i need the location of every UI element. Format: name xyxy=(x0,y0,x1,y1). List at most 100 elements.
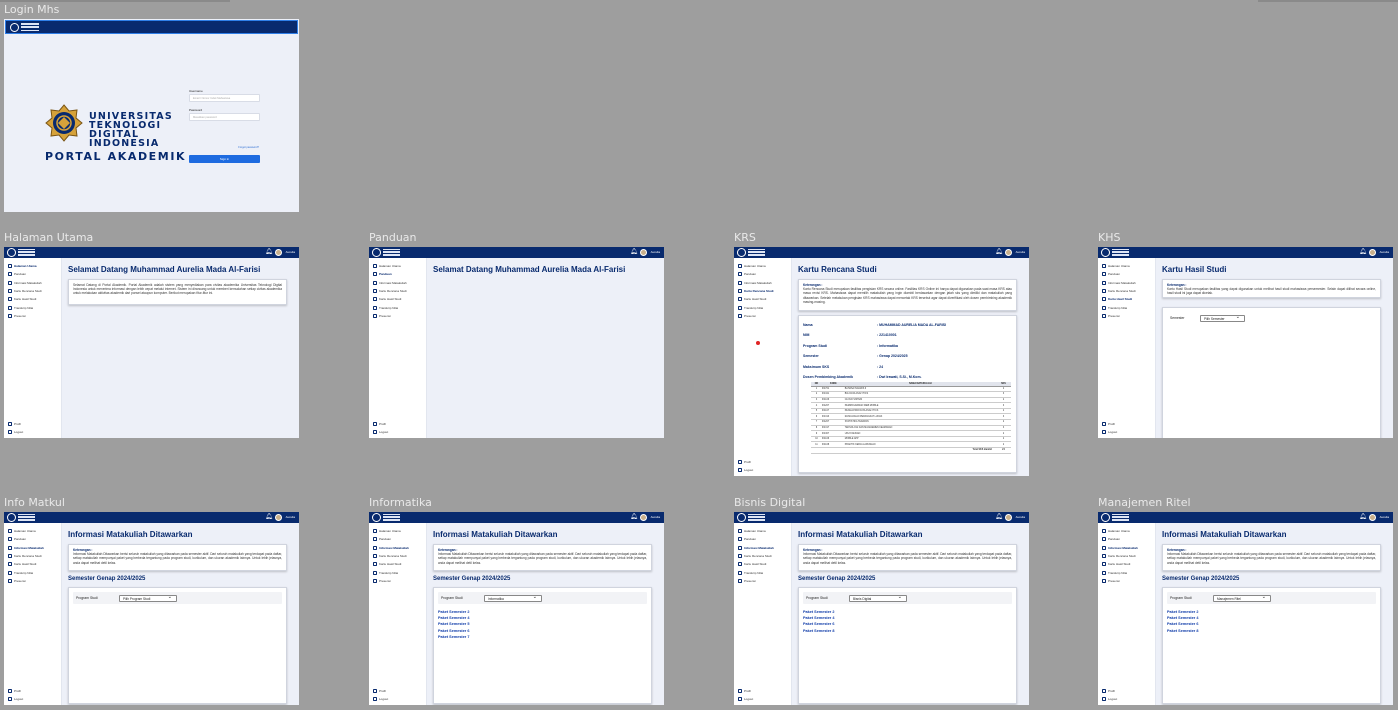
sidebar-item[interactable]: Informasi Matakuliah xyxy=(1098,279,1155,287)
sidebar-item[interactable]: Halaman Utama xyxy=(369,527,426,535)
sidebar-item[interactable]: Halaman Utama xyxy=(1098,262,1155,270)
sidebar-item[interactable]: Presensi xyxy=(369,577,426,585)
sidebar-item[interactable]: Kartu Rencana Studi xyxy=(734,552,791,560)
sidebar-item-logout[interactable]: Logout xyxy=(369,428,426,436)
sidebar-item[interactable]: Presensi xyxy=(734,577,791,585)
sidebar-item[interactable]: Halaman Utama xyxy=(734,262,791,270)
forgot-password-link[interactable]: Forgot password? xyxy=(238,146,259,149)
user-name[interactable]: Aurelia xyxy=(1016,515,1025,519)
sidebar-item[interactable]: Halaman Utama xyxy=(4,262,61,270)
paket-link[interactable]: Paket Semester 7 xyxy=(438,634,469,640)
bell-icon[interactable]: 🔔︎ xyxy=(995,249,1003,255)
sidebar-item[interactable]: Kartu Hasil Studi xyxy=(1098,560,1155,568)
avatar[interactable] xyxy=(640,249,647,256)
sidebar-item[interactable]: Transkrip Nilai xyxy=(734,303,791,311)
sidebar-item-profil[interactable]: Profil xyxy=(369,686,426,694)
sidebar-item[interactable]: Halaman Utama xyxy=(369,262,426,270)
sidebar-item-profil[interactable]: Profil xyxy=(1098,686,1155,694)
sidebar-item[interactable]: Panduan xyxy=(369,270,426,278)
sidebar-item[interactable]: Kartu Hasil Studi xyxy=(369,295,426,303)
sidebar-item[interactable]: Presensi xyxy=(1098,577,1155,585)
sidebar-item[interactable]: Transkrip Nilai xyxy=(4,303,61,311)
paket-link[interactable]: Paket Semester 6 xyxy=(438,628,469,634)
sidebar-item[interactable]: Kartu Rencana Studi xyxy=(369,552,426,560)
sidebar-item[interactable]: Informasi Matakuliah xyxy=(734,544,791,552)
sidebar-item[interactable]: Kartu Hasil Studi xyxy=(1098,295,1155,303)
avatar[interactable] xyxy=(275,249,282,256)
user-name[interactable]: Aurelia xyxy=(651,515,660,519)
avatar[interactable] xyxy=(1369,514,1376,521)
sidebar-item[interactable]: Transkrip Nilai xyxy=(1098,303,1155,311)
sidebar-item[interactable]: Informasi Matakuliah xyxy=(369,544,426,552)
sidebar-item[interactable]: Panduan xyxy=(1098,535,1155,543)
sidebar-item[interactable]: Kartu Hasil Studi xyxy=(4,295,61,303)
sidebar-item[interactable]: Informasi Matakuliah xyxy=(1098,544,1155,552)
user-name[interactable]: Aurelia xyxy=(286,515,295,519)
sidebar-item[interactable]: Informasi Matakuliah xyxy=(734,279,791,287)
sidebar-item[interactable]: Transkrip Nilai xyxy=(369,303,426,311)
user-name[interactable]: Aurelia xyxy=(286,250,295,254)
sidebar-item[interactable]: Halaman Utama xyxy=(1098,527,1155,535)
sidebar-item[interactable]: Transkrip Nilai xyxy=(1098,568,1155,576)
sidebar-item[interactable]: Presensi xyxy=(4,312,61,320)
sidebar-item[interactable]: Presensi xyxy=(734,312,791,320)
paket-link[interactable]: Paket Semester 8 xyxy=(803,628,834,634)
avatar[interactable] xyxy=(1369,249,1376,256)
sidebar-item[interactable]: Presensi xyxy=(369,312,426,320)
user-name[interactable]: Aurelia xyxy=(1380,515,1389,519)
avatar[interactable] xyxy=(275,514,282,521)
sidebar-item[interactable]: Panduan xyxy=(1098,270,1155,278)
sidebar-item-logout[interactable]: Logout xyxy=(369,695,426,703)
bell-icon[interactable]: 🔔︎ xyxy=(995,514,1003,520)
sidebar-item[interactable]: Presensi xyxy=(1098,312,1155,320)
sidebar-item[interactable]: Kartu Rencana Studi xyxy=(1098,552,1155,560)
sidebar-item[interactable]: Informasi Matakuliah xyxy=(369,279,426,287)
sidebar-item[interactable]: Kartu Rencana Studi xyxy=(1098,287,1155,295)
paket-link[interactable]: Paket Semester 5 xyxy=(438,621,469,627)
sidebar-item[interactable]: Halaman Utama xyxy=(734,527,791,535)
username-input[interactable]: Email / Nomor Induk Mahasiswa xyxy=(189,94,260,102)
user-name[interactable]: Aurelia xyxy=(1016,250,1025,254)
bell-icon[interactable]: 🔔︎ xyxy=(1359,514,1367,520)
bell-icon[interactable]: 🔔︎ xyxy=(630,249,638,255)
paket-link[interactable]: Paket Semester 6 xyxy=(803,621,834,627)
user-name[interactable]: Aurelia xyxy=(1380,250,1389,254)
prodi-select[interactable]: Manajemen Ritel xyxy=(1213,594,1271,602)
paket-link[interactable]: Paket Semester 6 xyxy=(1167,621,1198,627)
avatar[interactable] xyxy=(640,514,647,521)
sidebar-item[interactable]: Kartu Hasil Studi xyxy=(734,295,791,303)
sidebar-item[interactable]: Panduan xyxy=(369,535,426,543)
sidebar-item-logout[interactable]: Logout xyxy=(734,466,791,474)
sidebar-item[interactable]: Panduan xyxy=(4,270,61,278)
sidebar-item[interactable]: Kartu Hasil Studi xyxy=(369,560,426,568)
bell-icon[interactable]: 🔔︎ xyxy=(265,514,273,520)
sidebar-item[interactable]: Panduan xyxy=(4,535,61,543)
semester-select[interactable]: Pilih Semester xyxy=(1200,314,1245,322)
sidebar-item[interactable]: Transkrip Nilai xyxy=(4,568,61,576)
prodi-select[interactable]: Informatika xyxy=(484,594,542,602)
paket-link[interactable]: Paket Semester 8 xyxy=(1167,628,1198,634)
sidebar-item[interactable]: Presensi xyxy=(4,577,61,585)
password-input[interactable]: Masukkan password xyxy=(189,113,260,121)
sidebar-item[interactable]: Halaman Utama xyxy=(4,527,61,535)
sidebar-item-profil[interactable]: Profil xyxy=(1098,419,1155,427)
bell-icon[interactable]: 🔔︎ xyxy=(265,249,273,255)
sidebar-item[interactable]: Transkrip Nilai xyxy=(369,568,426,576)
bell-icon[interactable]: 🔔︎ xyxy=(630,514,638,520)
sidebar-item-logout[interactable]: Logout xyxy=(4,695,61,703)
sidebar-item-profil[interactable]: Profil xyxy=(369,419,426,427)
sidebar-item[interactable]: Kartu Rencana Studi xyxy=(4,287,61,295)
sidebar-item[interactable]: Informasi Matakuliah xyxy=(4,279,61,287)
prodi-select[interactable]: Pilih Program Studi xyxy=(119,594,177,602)
sidebar-item[interactable]: Kartu Rencana Studi xyxy=(4,552,61,560)
bell-icon[interactable]: 🔔︎ xyxy=(1359,249,1367,255)
avatar[interactable] xyxy=(1005,249,1012,256)
user-name[interactable]: Aurelia xyxy=(651,250,660,254)
prodi-select[interactable]: Bisnis Digital xyxy=(849,594,907,602)
sidebar-item[interactable]: Transkrip Nilai xyxy=(734,568,791,576)
sidebar-item-profil[interactable]: Profil xyxy=(734,457,791,465)
sidebar-item-logout[interactable]: Logout xyxy=(1098,428,1155,436)
sidebar-item[interactable]: Kartu Rencana Studi xyxy=(734,287,791,295)
sidebar-item[interactable]: Kartu Rencana Studi xyxy=(369,287,426,295)
sidebar-item-logout[interactable]: Logout xyxy=(1098,695,1155,703)
